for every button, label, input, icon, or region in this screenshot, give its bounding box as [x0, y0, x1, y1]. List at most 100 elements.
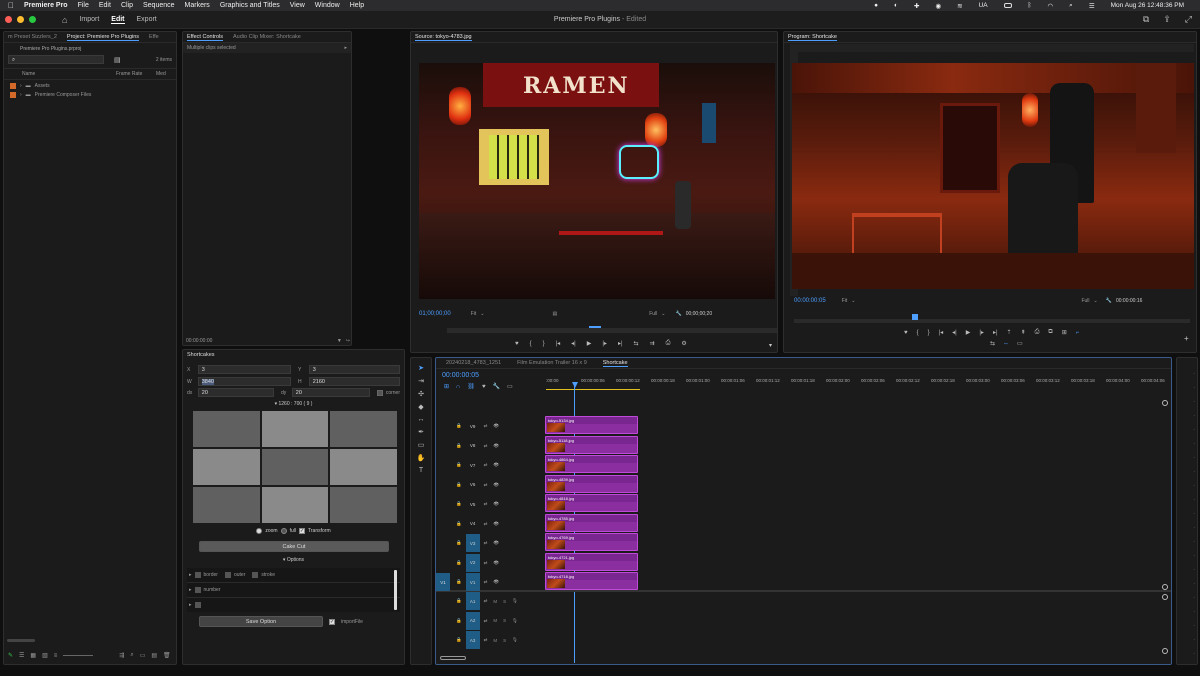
mute-button[interactable]: M: [493, 599, 497, 604]
video-track-header[interactable]: 🔒 V3 ⇄ 👁: [436, 534, 546, 552]
chevron-down-icon[interactable]: ⌄: [480, 311, 484, 317]
import-file-checkbox[interactable]: ✓: [329, 618, 335, 625]
sync-lock-icon[interactable]: ⇄: [484, 637, 488, 643]
lock-icon[interactable]: 🔒: [456, 560, 462, 566]
step-forward-icon[interactable]: |▸: [979, 329, 984, 336]
captions-icon[interactable]: ▭: [507, 383, 513, 390]
size-info[interactable]: ▾ 1260 : 700 ( 9 ): [183, 401, 404, 407]
wrench-icon[interactable]: 🔧: [675, 311, 681, 317]
eye-icon[interactable]: 👁: [493, 579, 499, 585]
video-track-header[interactable]: 🔒 V6 ⇄ 👁: [436, 476, 546, 494]
tab-program-monitor[interactable]: Program: Shortcake: [788, 34, 837, 41]
comparison-icon[interactable]: ⧉: [1048, 329, 1052, 336]
lift-icon[interactable]: ⇡: [1007, 329, 1012, 336]
transform-checkbox[interactable]: ✓: [299, 528, 306, 534]
cake-cut-button[interactable]: Cake Cut: [199, 541, 389, 552]
workspaces-icon[interactable]: ⧉: [1143, 14, 1149, 25]
sync-lock-icon[interactable]: ⇄: [484, 462, 488, 468]
video-track-header[interactable]: 🔒 V4 ⇄ 👁: [436, 515, 546, 533]
mark-out-icon[interactable]: }: [928, 330, 930, 336]
go-to-out-icon[interactable]: ▸|: [618, 340, 623, 347]
track-target[interactable]: A3: [465, 631, 480, 649]
options-scrollbar[interactable]: [394, 570, 397, 610]
icon-view-icon[interactable]: ▦: [30, 652, 36, 659]
zoom-slider[interactable]: [63, 655, 94, 656]
add-marker-icon[interactable]: ♥: [482, 384, 486, 390]
source-patch[interactable]: [436, 476, 450, 494]
h-field[interactable]: 2160: [308, 377, 400, 386]
horizontal-scrollbar[interactable]: [7, 639, 39, 642]
status-icon[interactable]: ✚: [914, 2, 919, 10]
step-back-icon[interactable]: ◂|: [571, 340, 576, 347]
sync-lock-icon[interactable]: ⇄: [484, 540, 488, 546]
play-button[interactable]: ▶: [587, 340, 592, 347]
overwrite-icon[interactable]: ⇉: [650, 340, 655, 347]
timeline-clip[interactable]: tokyo-4839.jpg: [545, 474, 638, 493]
track-target[interactable]: V8: [466, 437, 480, 455]
expand-arrow-icon[interactable]: ›: [20, 83, 22, 89]
extract-icon[interactable]: ⇞: [1021, 329, 1026, 336]
zoom-radio[interactable]: [256, 528, 263, 534]
safe-margins-icon[interactable]: ⊞: [1062, 329, 1067, 336]
source-patch[interactable]: [436, 554, 450, 572]
video-track-header[interactable]: 🔒 V5 ⇄ 👁: [436, 495, 546, 513]
go-to-in-icon[interactable]: |◂: [939, 329, 944, 336]
track-target[interactable]: A1: [465, 592, 480, 610]
linked-selection-icon[interactable]: ⛓: [467, 383, 475, 390]
audio-track-header[interactable]: 🔒 A3 ⇄ M S 🎙: [436, 631, 546, 649]
share-icon[interactable]: ⇪: [1163, 14, 1171, 25]
save-option-button[interactable]: Save Option: [199, 616, 323, 627]
video-track-header[interactable]: 🔒 V2 ⇄ 👁: [436, 553, 546, 572]
status-icon[interactable]: ●: [874, 2, 878, 9]
effect-timecode[interactable]: 00:00:00:00: [186, 338, 212, 344]
fullscreen-icon[interactable]: ⤢: [1185, 14, 1192, 25]
tab-edit[interactable]: Edit: [111, 16, 125, 24]
new-item-icon[interactable]: ▤: [151, 652, 157, 659]
add-button[interactable]: +: [1184, 334, 1189, 343]
export-frame-icon[interactable]: ⎙: [1035, 329, 1040, 336]
sort-icon[interactable]: ≡: [54, 653, 58, 659]
go-to-out-icon[interactable]: ▸|: [993, 329, 998, 336]
eye-icon[interactable]: 👁: [493, 540, 499, 546]
program-scrubber[interactable]: [794, 319, 1190, 323]
options-toggle[interactable]: ▾ Options: [183, 557, 404, 563]
razor-icon[interactable]: ◆: [418, 403, 423, 411]
list-view-icon[interactable]: ☰: [19, 652, 24, 659]
border-checkbox[interactable]: [194, 572, 201, 578]
type-tool-icon[interactable]: T: [419, 467, 423, 474]
source-scrubber[interactable]: [447, 328, 777, 333]
mark-in-icon[interactable]: {: [530, 341, 532, 347]
timeline-timecode[interactable]: 00:00:00:05: [442, 372, 479, 379]
timeline-clip[interactable]: tokyo-4864.jpg: [545, 455, 638, 473]
expand-arrow-icon[interactable]: ›: [20, 92, 22, 98]
pen-tool-icon[interactable]: ✒: [418, 428, 424, 436]
scroll-handle[interactable]: [1162, 594, 1168, 600]
export-icon[interactable]: ↪: [346, 338, 350, 344]
multicam-icon[interactable]: ⇆: [990, 340, 995, 347]
timeline-clip[interactable]: tokyo-5134.jpg: [545, 416, 638, 434]
sync-lock-icon[interactable]: ⇄: [484, 443, 488, 449]
scroll-handle[interactable]: [1162, 648, 1168, 654]
vr-icon[interactable]: ⇔: [1003, 341, 1009, 347]
mark-in-icon[interactable]: {: [917, 330, 919, 336]
project-search-input[interactable]: ⌕: [8, 55, 104, 64]
video-track-header[interactable]: 🔒 V9 ⇄ 👁: [436, 417, 546, 435]
timeline-clip[interactable]: tokyo-4721.jpg: [545, 552, 638, 571]
track-target[interactable]: A2: [465, 611, 480, 630]
microphone-icon[interactable]: 🎙: [512, 598, 518, 604]
apple-icon[interactable]: : [8, 1, 14, 10]
find-icon[interactable]: ⌕: [130, 652, 133, 659]
lock-icon[interactable]: 🔒: [456, 482, 462, 488]
sync-lock-icon[interactable]: ⇄: [484, 598, 488, 604]
column-media[interactable]: Med: [156, 71, 166, 77]
source-patch[interactable]: V1: [436, 573, 450, 591]
mute-button[interactable]: M: [493, 618, 497, 623]
video-track-header[interactable]: 🔒 V7 ⇄ 👁: [436, 456, 546, 474]
sync-lock-icon[interactable]: ⇄: [484, 501, 488, 507]
slip-tool-icon[interactable]: ↔: [418, 416, 425, 423]
lock-icon[interactable]: 🔒: [456, 618, 462, 624]
list-item[interactable]: › ▬ Premiere Composer Files: [4, 92, 176, 98]
tab-shortcake[interactable]: Shortcake: [602, 360, 628, 367]
tab-export[interactable]: Export: [137, 16, 157, 23]
expand-arrow-icon[interactable]: ▸: [189, 572, 192, 578]
